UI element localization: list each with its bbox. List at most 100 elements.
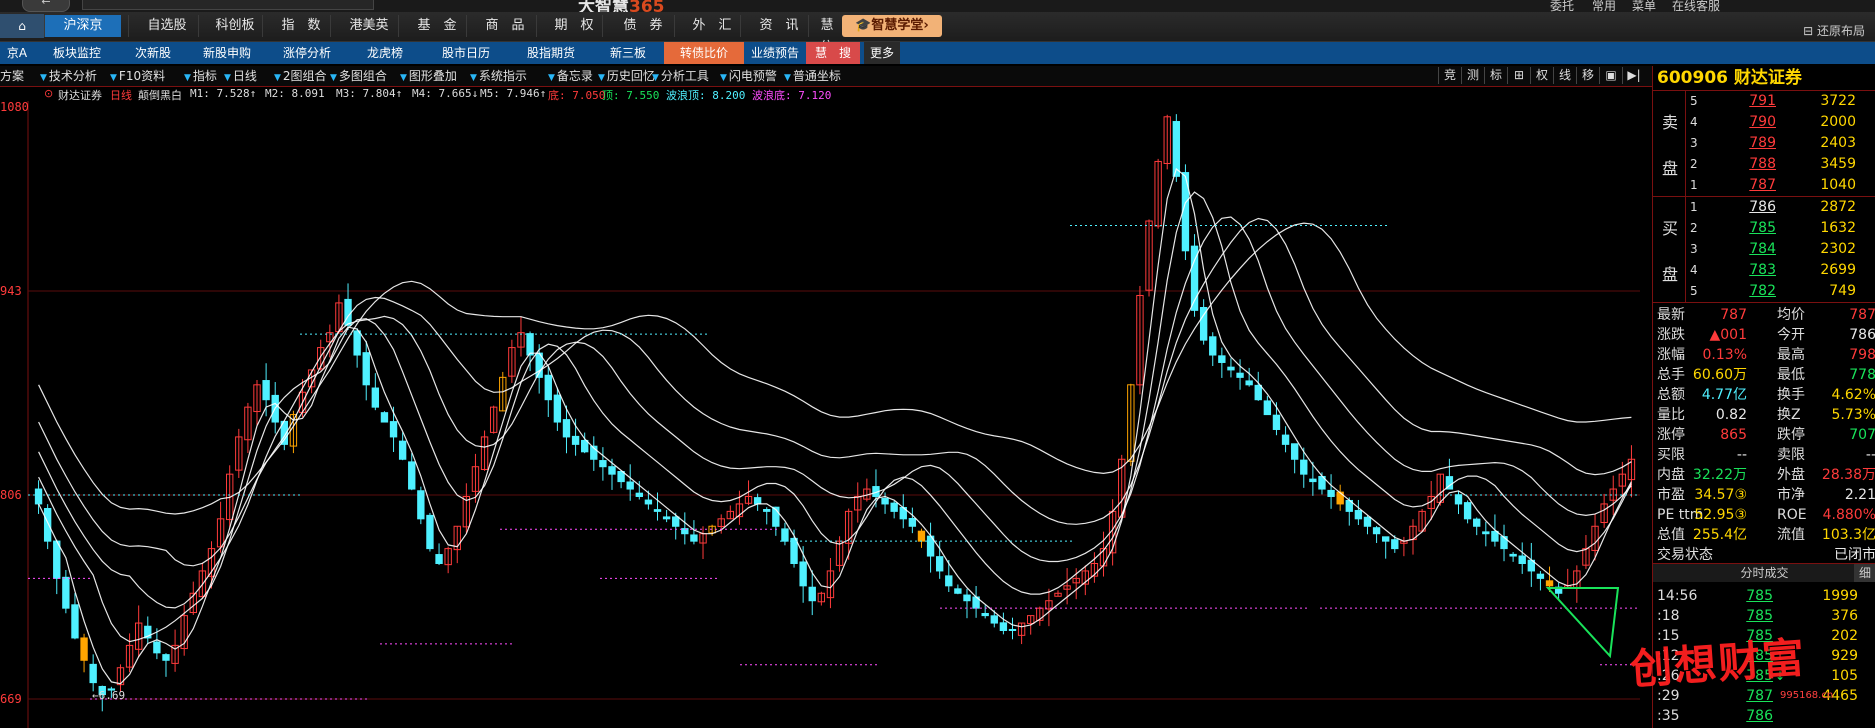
nav-tab-3[interactable]: 指 数 <box>262 15 339 37</box>
toolbar-item-12[interactable]: ▼ 闪电预警 <box>720 66 777 86</box>
toolbar-item-label[interactable]: 分析工具 <box>661 69 709 83</box>
nav-tab-0[interactable]: 沪深京 <box>44 15 121 37</box>
back-button[interactable]: ← <box>22 0 70 12</box>
dropdown-icon[interactable]: ▼ <box>720 73 727 83</box>
nav-tab-9[interactable]: 外 汇 <box>674 15 749 37</box>
bid-price[interactable]: 782 <box>1726 281 1776 302</box>
nav-tab-6[interactable]: 商 品 <box>466 15 543 37</box>
menu-menu[interactable]: 菜单 <box>1632 0 1656 12</box>
toolbar-item-label[interactable]: 普通坐标 <box>793 69 841 83</box>
toolbar-item-label[interactable]: 备忘录 <box>557 69 593 83</box>
toolbar-item-label[interactable]: 系统指示 <box>479 69 527 83</box>
toolbar-right-button-1[interactable]: 测 <box>1461 67 1484 84</box>
ask-row[interactable]: 5 791 3722 <box>1686 91 1875 112</box>
dropdown-icon[interactable]: ▼ <box>330 73 337 83</box>
toolbar-item-label[interactable]: 历史回忆 <box>607 69 655 83</box>
dropdown-icon[interactable]: ▼ <box>652 73 659 83</box>
toolbar-item-0[interactable]: 方案 <box>0 66 24 86</box>
toolbar-item-7[interactable]: ▼ 图形叠加 <box>400 66 457 86</box>
toolbar-item-8[interactable]: ▼ 系统指示 <box>470 66 527 86</box>
bid-row[interactable]: 3 784 2302 <box>1686 239 1875 260</box>
kline-chart[interactable]: 1080943806669✱✱✱✱✱✱✱✱✱✱✱←10.80←6.69 <box>0 101 1652 728</box>
toolbar-item-1[interactable]: ▼ 技术分析 <box>40 66 97 86</box>
sub-nav-item-5[interactable]: 龙虎榜 <box>350 42 420 64</box>
sub-nav-item-12[interactable]: 更多 <box>864 42 900 64</box>
toolbar-item-3[interactable]: ▼ 指标 <box>184 66 217 86</box>
ask-price[interactable]: 788 <box>1726 154 1776 175</box>
toolbar-right-button-2[interactable]: 标 <box>1484 67 1507 84</box>
nav-tab-8[interactable]: 债 券 <box>602 15 683 37</box>
sub-nav-item-0[interactable]: 京A <box>0 42 34 64</box>
bid-row[interactable]: 2 785 1632 <box>1686 218 1875 239</box>
bid-row[interactable]: 5 782 749 <box>1686 281 1875 302</box>
dropdown-icon[interactable]: ▼ <box>110 73 117 83</box>
dropdown-icon[interactable]: ▼ <box>598 73 605 83</box>
ask-row[interactable]: 3 789 2403 <box>1686 133 1875 154</box>
dropdown-icon[interactable]: ▼ <box>548 73 555 83</box>
kline-chart-svg[interactable]: 1080943806669✱✱✱✱✱✱✱✱✱✱✱←10.80←6.69 <box>0 101 1652 728</box>
toolbar-item-13[interactable]: ▼ 普通坐标 <box>784 66 841 86</box>
toolbar-item-9[interactable]: ▼ 备忘录 <box>548 66 593 86</box>
back-arrow-icon[interactable]: ← <box>41 0 50 8</box>
toolbar-right-button-0[interactable]: 竞 <box>1438 67 1461 84</box>
ask-row[interactable]: 2 788 3459 <box>1686 154 1875 175</box>
ask-row[interactable]: 1 787 1040 <box>1686 175 1875 196</box>
ask-price[interactable]: 790 <box>1726 112 1776 133</box>
nav-tab-1[interactable]: 自选股 <box>128 15 205 37</box>
home-button[interactable]: ⌂ <box>0 14 44 38</box>
dropdown-icon[interactable]: ▼ <box>40 73 47 83</box>
sub-nav-item-3[interactable]: 新股申购 <box>190 42 264 64</box>
ask-row[interactable]: 4 790 2000 <box>1686 112 1875 133</box>
toolbar-item-5[interactable]: ▼ 2图组合 <box>274 66 327 86</box>
toolbar-item-6[interactable]: ▼ 多图组合 <box>330 66 387 86</box>
dropdown-icon[interactable]: ▼ <box>784 73 791 83</box>
tick-detail-button[interactable]: 细 <box>1854 564 1875 582</box>
home-icon[interactable]: ⌂ <box>18 19 26 33</box>
toolbar-right-button-6[interactable]: 移 <box>1576 67 1599 84</box>
sub-nav-item-11[interactable]: 慧 搜 <box>806 42 860 64</box>
sub-nav-item-8[interactable]: 新三板 <box>596 42 660 64</box>
toolbar-item-2[interactable]: ▼ F10资料 <box>110 66 165 86</box>
nav-tab-5[interactable]: 基 金 <box>398 15 475 37</box>
dropdown-icon[interactable]: ▼ <box>470 73 477 83</box>
bid-price[interactable]: 784 <box>1726 239 1776 260</box>
nav-tab-4[interactable]: 港美英 <box>330 15 407 37</box>
toolbar-item-label[interactable]: F10资料 <box>119 69 165 83</box>
sub-nav-item-6[interactable]: 股市日历 <box>426 42 506 64</box>
sub-nav-item-1[interactable]: 板块监控 <box>38 42 116 64</box>
nav-tab-10[interactable]: 资 讯 <box>740 15 817 37</box>
sub-nav-item-7[interactable]: 股指期货 <box>510 42 592 64</box>
toolbar-item-11[interactable]: ▼ 分析工具 <box>652 66 709 86</box>
dropdown-icon[interactable]: ▼ <box>184 73 191 83</box>
toolbar-right-button-8[interactable]: ▶| <box>1622 67 1645 84</box>
toolbar-right-button-7[interactable]: ▣ <box>1599 67 1622 84</box>
toolbar-right-button-3[interactable]: ⊞ <box>1507 67 1530 84</box>
toolbar-item-label[interactable]: 指标 <box>193 69 217 83</box>
bid-price[interactable]: 785 <box>1726 218 1776 239</box>
restore-layout-label[interactable]: 还原布局 <box>1817 24 1865 38</box>
sub-nav-item-4[interactable]: 涨停分析 <box>268 42 346 64</box>
nav-tab-11[interactable]: 慧 信 <box>808 15 847 55</box>
toolbar-item-label[interactable]: 日线 <box>233 69 257 83</box>
toolbar-item-4[interactable]: ▼ 日线 <box>224 66 257 86</box>
bid-row[interactable]: 4 783 2699 <box>1686 260 1875 281</box>
bid-price[interactable]: 786 <box>1726 197 1776 218</box>
ask-price[interactable]: 787 <box>1726 175 1776 196</box>
toolbar-item-label[interactable]: 技术分析 <box>49 69 97 83</box>
dropdown-icon[interactable]: ▼ <box>274 73 281 83</box>
toolbar-item-label[interactable]: 2图组合 <box>283 69 327 83</box>
bid-row[interactable]: 1 786 2872 <box>1686 197 1875 218</box>
nav-tab-7[interactable]: 期 权 <box>536 15 611 37</box>
toolbar-item-label[interactable]: 多图组合 <box>339 69 387 83</box>
sub-nav-item-9[interactable]: 转债比价 <box>664 42 744 64</box>
sub-nav-item-2[interactable]: 次新股 <box>120 42 186 64</box>
dropdown-icon[interactable]: ▼ <box>400 73 407 83</box>
menu-online-service[interactable]: 在线客服 <box>1672 0 1720 12</box>
search-input[interactable] <box>82 0 374 10</box>
toolbar-item-label[interactable]: 方案 <box>0 69 24 83</box>
toolbar-item-label[interactable]: 图形叠加 <box>409 69 457 83</box>
ask-price[interactable]: 791 <box>1726 91 1776 112</box>
menu-common[interactable]: 常用 <box>1592 0 1616 12</box>
toolbar-item-10[interactable]: ▼ 历史回忆 <box>598 66 655 86</box>
toolbar-right-button-5[interactable]: 线 <box>1553 67 1576 84</box>
